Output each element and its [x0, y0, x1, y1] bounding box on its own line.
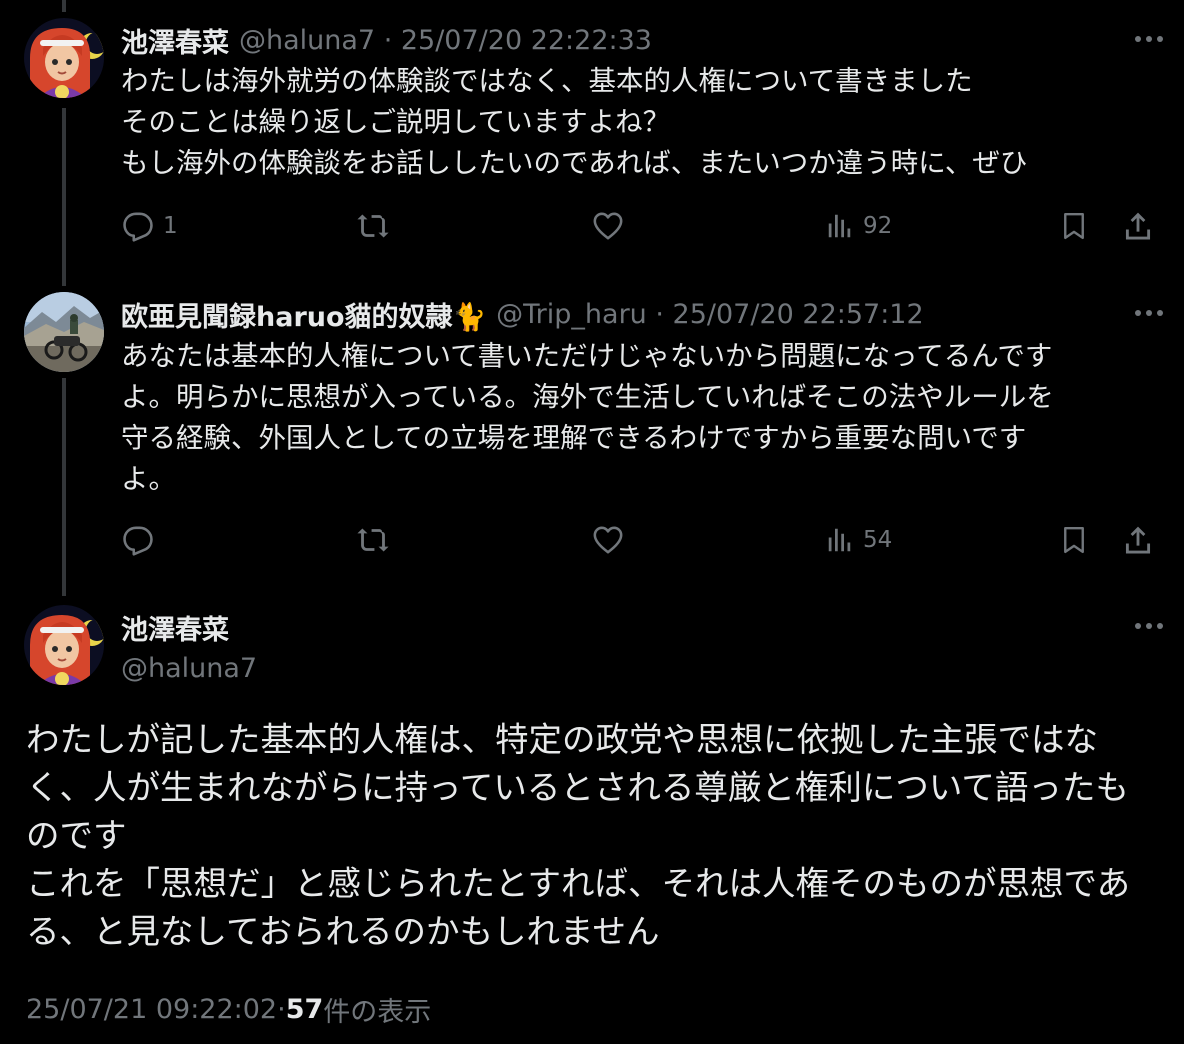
main-tweet-text: わたしが記した基本的人権は、特定の政党や思想に依拠した主張ではな く、人が生まれ…	[26, 716, 1166, 956]
like-button[interactable]	[590, 206, 626, 246]
text-line: あなたは基本的人権について書いただけじゃないから問題になってるんです	[121, 340, 1053, 372]
author-handle[interactable]: @haluna7	[121, 653, 257, 684]
more-dots-icon[interactable]	[1132, 22, 1166, 56]
more-dots-icon[interactable]	[1132, 609, 1166, 643]
text-line: もし海外の体験談をお話ししたいのであれば、またいつか違う時に、ぜひ	[121, 147, 1028, 179]
bar-chart-icon	[825, 525, 855, 555]
bookmark-icon	[1059, 523, 1089, 557]
bookmark-button[interactable]	[1059, 206, 1089, 246]
text-line: る、と見なしておられるのかもしれません	[26, 912, 660, 951]
retweet-arrows-icon	[355, 209, 391, 243]
tweet-header: 池澤春菜 @haluna7 · 25/07/20 22:22:33	[121, 20, 652, 60]
bookmark-icon	[1059, 209, 1089, 243]
action-bar: 54	[121, 520, 1161, 560]
views-button[interactable]: 54	[825, 520, 892, 560]
heart-icon	[590, 209, 626, 243]
share-button[interactable]	[1121, 206, 1155, 246]
tweet-footer: 25/07/21 09:22:02 · 57 件の表示	[26, 988, 431, 1030]
retweet-button[interactable]	[355, 206, 391, 246]
like-button[interactable]	[590, 520, 626, 560]
text-line: よ。	[121, 463, 176, 495]
avatar-trip-haru[interactable]	[24, 292, 104, 372]
text-line: く、人が生まれながらに持っているとされる尊厳と権利について語ったも	[26, 768, 1129, 807]
tweet-text: あなたは基本的人権について書いただけじゃないから問題になってるんです よ。明らか…	[121, 336, 1161, 500]
author-name[interactable]: 欧亜見聞録haruo貓的奴隷🐈	[121, 295, 486, 334]
share-button[interactable]	[1121, 520, 1155, 560]
thread-line-top	[62, 0, 66, 12]
text-line: わたしが記した基本的人権は、特定の政党や思想に依拠した主張ではな	[26, 720, 1098, 759]
bar-chart-icon	[825, 211, 855, 241]
text-line: これを「思想だ」と感じられたとすれば、それは人権そのものが思想であ	[26, 864, 1131, 903]
views-label: 件の表示	[323, 996, 432, 1028]
tweet-meta[interactable]: @Trip_haru · 25/07/20 22:57:12	[496, 299, 924, 330]
reply-button[interactable]: 1	[121, 206, 178, 246]
retweet-button[interactable]	[355, 520, 391, 560]
reply-count: 1	[163, 213, 178, 239]
view-count: 54	[863, 527, 893, 553]
author-name[interactable]: 池澤春菜	[121, 608, 229, 647]
share-upload-icon	[1121, 523, 1155, 557]
main-handle-row: @haluna7	[121, 648, 257, 688]
tweet-meta[interactable]: @haluna7 · 25/07/20 22:22:33	[239, 25, 652, 56]
share-upload-icon	[1121, 209, 1155, 243]
heart-icon	[590, 523, 626, 557]
avatar-haluna7[interactable]	[24, 605, 104, 685]
thread-line-1	[62, 108, 66, 286]
reply-button[interactable]	[121, 520, 163, 560]
views-button[interactable]: 92	[825, 206, 892, 246]
footer-separator: ·	[277, 993, 286, 1025]
bookmark-button[interactable]	[1059, 520, 1089, 560]
text-line: わたしは海外就労の体験談ではなく、基本的人権について書きました	[121, 65, 973, 97]
reply-bubble-icon	[121, 209, 155, 243]
tweet-timestamp[interactable]: 25/07/21 09:22:02	[26, 994, 277, 1025]
action-bar: 1 92	[121, 206, 1161, 246]
avatar-haluna7[interactable]	[24, 18, 104, 98]
views-count: 57	[285, 993, 324, 1025]
author-name[interactable]: 池澤春菜	[121, 21, 229, 60]
tweet-header: 欧亜見聞録haruo貓的奴隷🐈 @Trip_haru · 25/07/20 22…	[121, 294, 924, 334]
thread-line-2	[62, 378, 66, 596]
reply-bubble-icon	[121, 523, 155, 557]
more-dots-icon[interactable]	[1132, 296, 1166, 330]
text-line: そのことは繰り返しご説明していますよね？	[121, 106, 671, 138]
text-line: よ。明らかに思想が入っている。海外で生活していればそこの法やルールを	[121, 381, 1054, 413]
retweet-arrows-icon	[355, 523, 391, 557]
text-line: 守る経験、外国人としての立場を理解できるわけですから重要な問いです	[121, 422, 1027, 454]
text-line: のです	[26, 816, 127, 855]
main-author-name-row: 池澤春菜	[121, 607, 229, 647]
tweet-text: わたしは海外就労の体験談ではなく、基本的人権について書きました そのことは繰り返…	[121, 61, 1161, 184]
view-count: 92	[863, 213, 893, 239]
